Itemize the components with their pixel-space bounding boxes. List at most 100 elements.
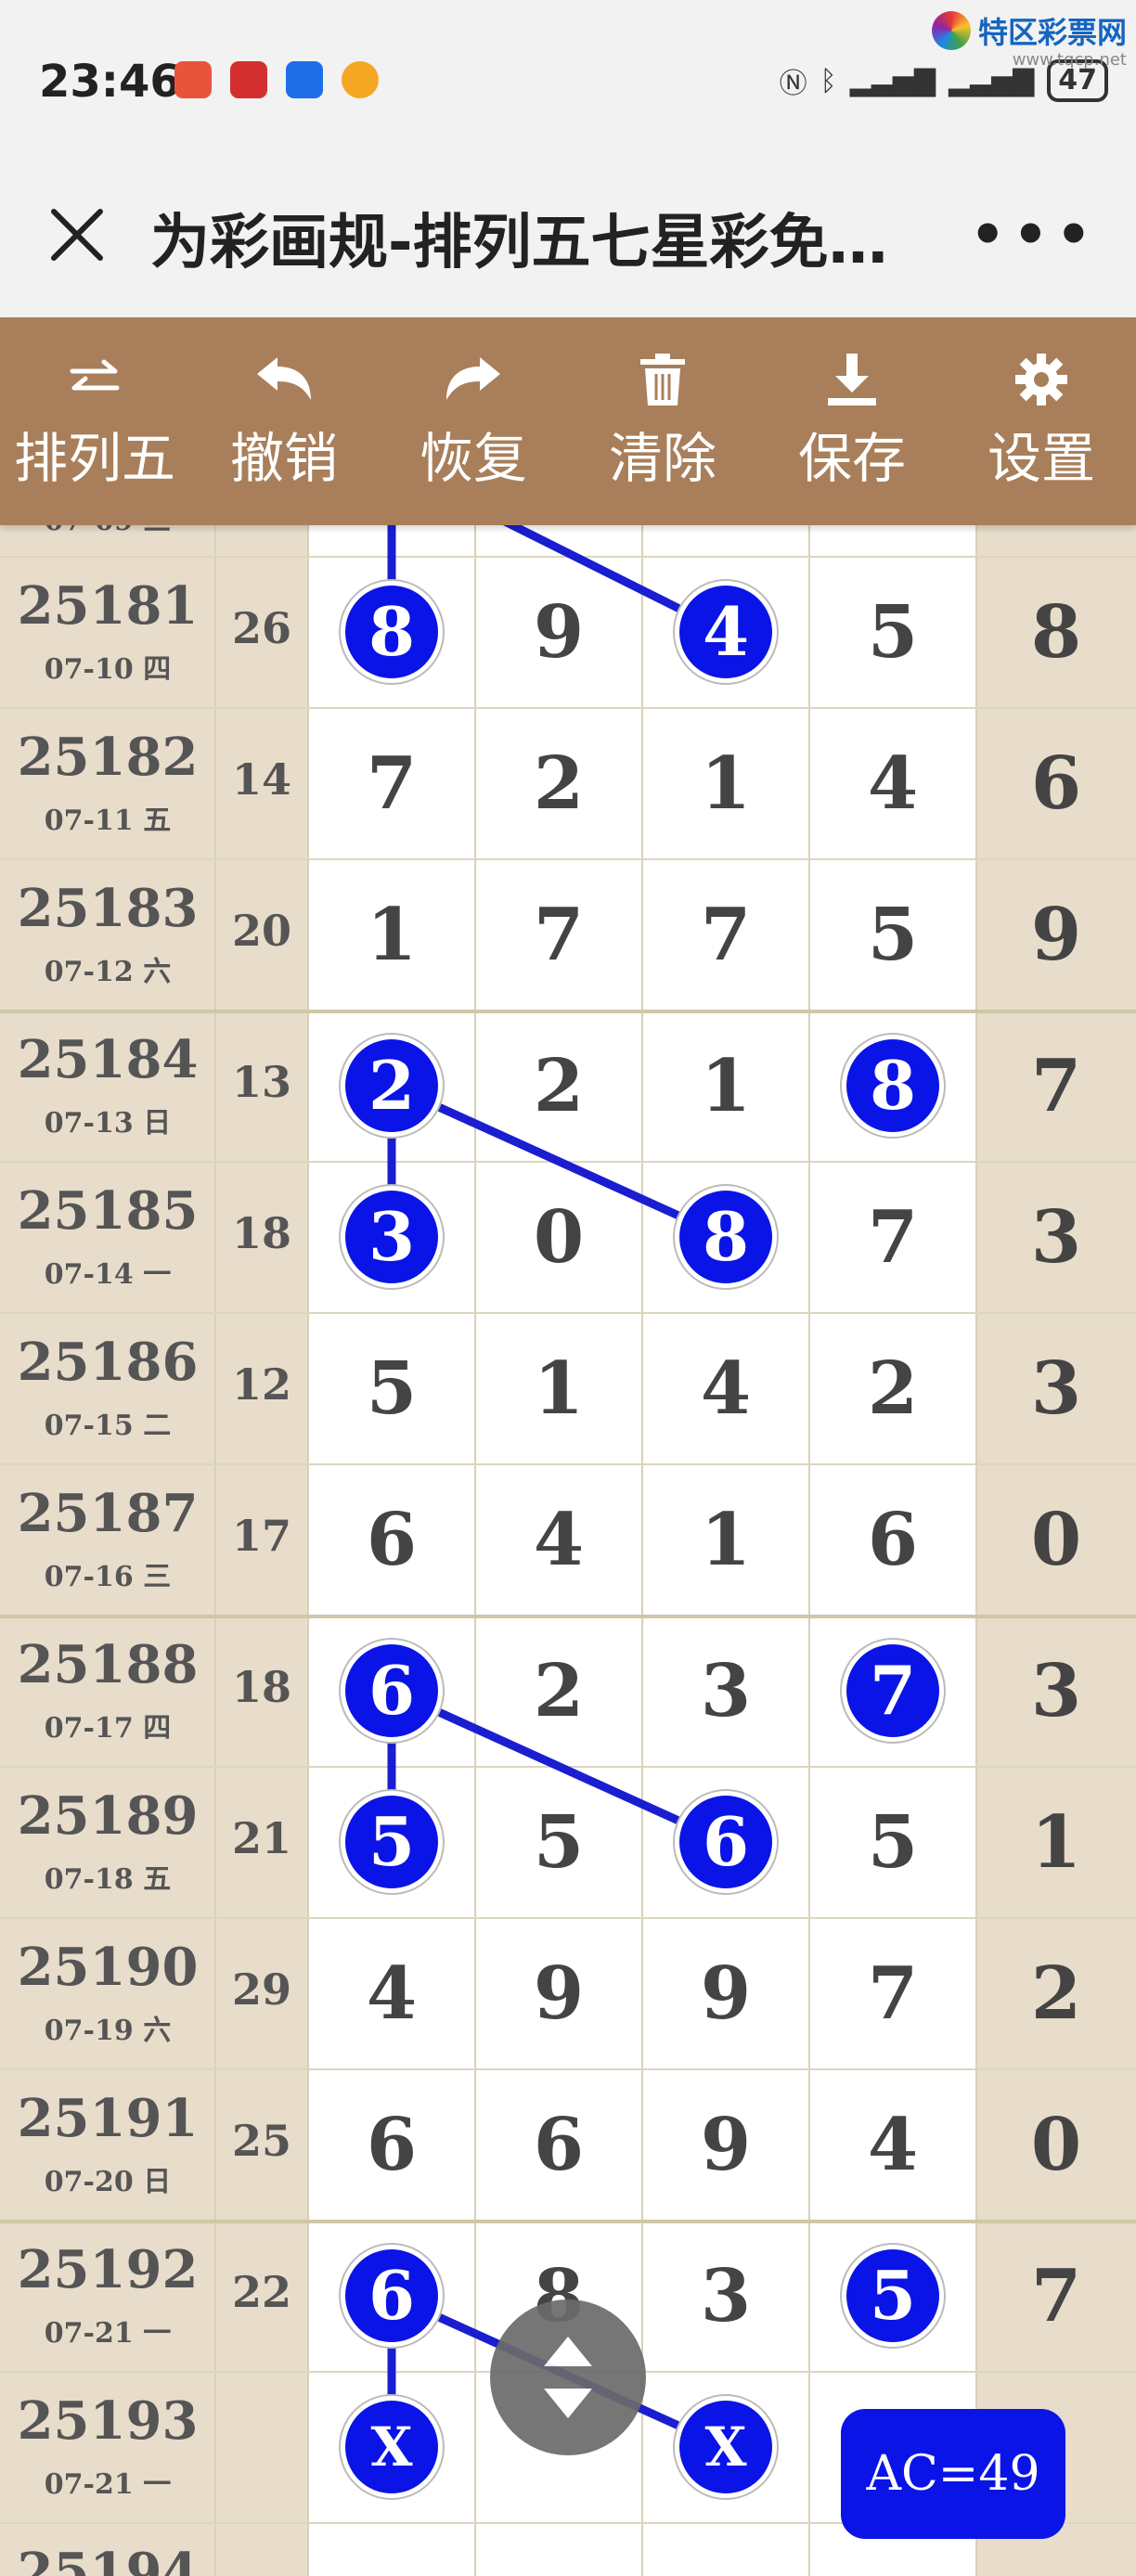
watermark-logo: 特区彩票网 www.tqcp.net [931,9,1127,70]
watermark-url: www.tqcp.net [1012,50,1127,70]
circled-digit[interactable]: 2 [345,1039,438,1132]
trash-icon [630,350,695,409]
digit-cell[interactable]: 4 [809,708,976,859]
lottery-trend-grid[interactable]: 07-09 三 2518107-10 四26894582518207-11 五1… [0,525,1136,2576]
undo-icon [252,350,316,409]
circled-digit[interactable]: X [679,2401,772,2493]
digit-cell[interactable]: 7 [976,1011,1136,1162]
circled-digit[interactable]: 7 [846,1644,939,1737]
circled-digit[interactable]: 8 [846,1039,939,1132]
circled-digit[interactable]: X [345,2401,438,2493]
digit-cell[interactable]: 9 [475,557,642,708]
ac-value-button[interactable]: AC=49 [841,2409,1065,2539]
clear-button[interactable]: 清除 [568,317,757,525]
digit-cell[interactable]: 2 [976,1918,1136,2069]
bluetooth-icon: ᛒ [820,64,837,97]
digit-cell[interactable]: 6 [976,708,1136,859]
redo-button[interactable]: 恢复 [379,317,568,525]
digit-cell[interactable]: 9 [976,859,1136,1011]
digit-cell[interactable]: 8 [976,557,1136,708]
digit-cell[interactable]: 1 [976,1767,1136,1918]
scroll-toggle-button[interactable] [490,2299,646,2455]
settings-label: 设置 [987,427,1095,490]
circled-digit[interactable]: 6 [345,1644,438,1737]
circled-digit[interactable]: 6 [679,1796,772,1888]
circled-digit[interactable]: 4 [679,586,772,678]
digit-cell[interactable]: 7 [475,859,642,1011]
lottery-type-button[interactable]: 排列五 [0,317,189,525]
undo-label: 撤销 [229,427,338,490]
digit-cell[interactable]: 6 [308,2069,475,2221]
digit-cell[interactable] [475,2523,642,2576]
swap-arrows-icon [62,350,127,409]
digit-cell[interactable]: 5 [308,1313,475,1464]
digit-cell[interactable]: 3 [976,1616,1136,1767]
digit-cell[interactable]: 0 [976,2069,1136,2221]
redo-label: 恢复 [419,427,527,490]
status-time: 23:46 [39,56,181,108]
digit-cell[interactable]: 9 [642,1918,809,2069]
app-notification-icon [174,61,212,98]
circled-digit[interactable]: 3 [345,1191,438,1283]
app-notification-icon [230,61,267,98]
toolbar: 排列五 撤销 恢复 清除 保存 设置 [0,317,1136,525]
digit-cell[interactable]: 2 [475,1011,642,1162]
watermark-name: 特区彩票网 [977,15,1127,50]
scroll-arrows-icon [544,2337,592,2418]
close-icon[interactable] [45,202,110,267]
circled-digit[interactable]: 8 [679,1191,772,1283]
digit-cell[interactable]: 5 [475,1767,642,1918]
digit-cell[interactable]: 5 [809,859,976,1011]
settings-button[interactable]: 设置 [947,317,1136,525]
undo-button[interactable]: 撤销 [189,317,379,525]
digit-cell[interactable]: 1 [642,1011,809,1162]
digit-cell[interactable]: 6 [308,1464,475,1616]
digit-cell[interactable]: 0 [475,1162,642,1313]
circled-digit[interactable]: 6 [345,2249,438,2342]
page-title: 为彩画规-排列五七星彩免… [150,209,888,277]
digit-cell[interactable] [308,2523,475,2576]
digit-cell[interactable]: 6 [475,2069,642,2221]
gear-icon [1009,350,1074,409]
digit-cell[interactable]: 3 [642,1616,809,1767]
digit-cell[interactable] [642,2523,809,2576]
digit-cell[interactable]: 9 [475,1918,642,2069]
status-bar: 23:46 Ⓝ ᛒ ▂▃▅▇ ▂▃▅▇ 47 特区彩票网 www.tqcp.ne… [0,0,1136,158]
digit-cell[interactable]: 7 [809,1162,976,1313]
digit-cell[interactable]: 7 [308,708,475,859]
digit-cell[interactable]: 4 [475,1464,642,1616]
digit-cell[interactable]: 7 [642,859,809,1011]
digit-cell[interactable]: 5 [809,1767,976,1918]
digit-cell[interactable]: 1 [475,1313,642,1464]
digit-cell[interactable]: 6 [809,1464,976,1616]
digit-cell[interactable]: 3 [642,2221,809,2372]
watermark-logo-icon [931,11,971,50]
circled-digit[interactable]: 5 [846,2249,939,2342]
redo-icon [441,350,506,409]
download-icon [820,350,884,409]
digit-cell[interactable]: 1 [642,708,809,859]
save-button[interactable]: 保存 [757,317,947,525]
digit-cell[interactable]: 3 [976,1162,1136,1313]
digit-cell[interactable]: 4 [809,2069,976,2221]
clear-label: 清除 [608,427,716,490]
digit-cell[interactable]: 2 [809,1313,976,1464]
digit-cell[interactable]: 4 [308,1918,475,2069]
digit-cell[interactable]: 7 [809,1918,976,2069]
circled-digit[interactable]: 8 [345,586,438,678]
digit-cell[interactable]: 2 [475,708,642,859]
digit-cell[interactable]: 1 [308,859,475,1011]
more-options-icon[interactable]: ••• [970,207,1099,263]
digit-cell[interactable]: 2 [475,1616,642,1767]
signal-icon: ▂▃▅▇ [849,64,936,97]
weibo-icon [342,61,379,98]
digit-cell[interactable]: 4 [642,1313,809,1464]
digit-cell[interactable]: 0 [976,1464,1136,1616]
digit-cell[interactable]: 1 [642,1464,809,1616]
digit-cell[interactable]: 9 [642,2069,809,2221]
digit-cell[interactable]: 3 [976,1313,1136,1464]
circled-digit[interactable]: 5 [345,1796,438,1888]
digit-cell[interactable]: 7 [976,2221,1136,2372]
digit-cell[interactable]: 5 [809,557,976,708]
notification-icons [174,61,379,98]
